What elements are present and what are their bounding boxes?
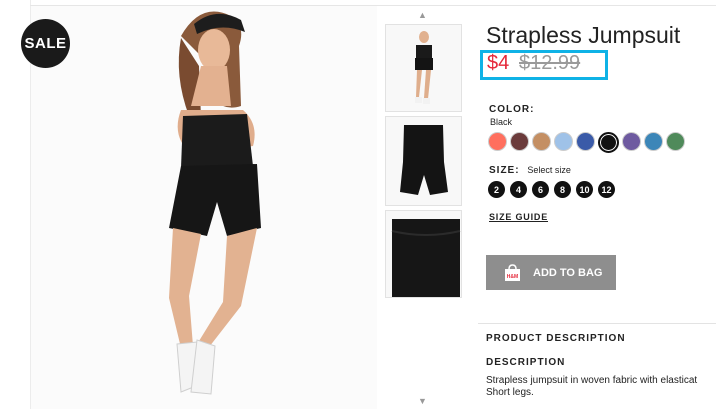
thumbnail-model[interactable] [385,24,462,112]
product-title: Strapless Jumpsuit [486,22,681,48]
thumbnail-detail[interactable] [385,210,462,298]
thumbnail-front[interactable] [385,116,462,206]
add-to-bag-button[interactable]: H&M ADD TO BAG [486,255,616,290]
bag-logo: H&M [507,274,518,280]
color-label: COLOR: [489,104,535,115]
color-swatch[interactable] [488,132,507,151]
size-guide-link[interactable]: SIZE GUIDE [489,212,548,222]
color-swatch[interactable] [598,132,619,153]
description-line-1: Strapless jumpsuit in woven fabric with … [486,375,698,386]
thumbnail-detail-image [391,219,461,297]
color-swatch[interactable] [622,132,641,151]
size-option-10[interactable]: 10 [576,181,593,198]
size-option-6[interactable]: 6 [532,181,549,198]
color-swatch[interactable] [666,132,685,151]
sale-badge: SALE [21,19,70,68]
thumbnail-front-image [400,125,448,195]
color-swatch[interactable] [510,132,529,151]
thumbnail-model-image [415,31,433,104]
section-divider [478,323,716,324]
shopping-bag-icon: H&M [505,264,520,281]
size-label-text: SIZE: [489,165,520,176]
color-swatch[interactable] [554,132,573,151]
description-heading: DESCRIPTION [486,357,566,368]
selected-color: Black [490,117,513,127]
model-photo [169,11,261,395]
color-swatches [488,132,685,153]
size-hint: Select size [527,165,571,175]
add-to-bag-label: ADD TO BAG [533,266,603,279]
size-option-4[interactable]: 4 [510,181,527,198]
sale-price: $4 [487,52,510,74]
size-option-2[interactable]: 2 [488,181,505,198]
size-label: SIZE: Select size [489,165,571,176]
size-option-8[interactable]: 8 [554,181,571,198]
chevron-up-icon[interactable]: ▲ [418,10,427,20]
color-swatch[interactable] [532,132,551,151]
size-options: 2 4 6 8 10 12 [488,181,615,198]
size-option-12[interactable]: 12 [598,181,615,198]
color-swatch[interactable] [576,132,595,151]
main-product-image[interactable] [31,6,377,409]
description-text: Strapless jumpsuit in woven fabric with … [486,375,716,399]
product-description-heading: PRODUCT DESCRIPTION [486,333,626,344]
original-price: $12.99 [519,52,581,74]
chevron-down-icon[interactable]: ▼ [418,396,427,406]
description-line-2: Short legs. [486,387,534,398]
color-swatch[interactable] [644,132,663,151]
